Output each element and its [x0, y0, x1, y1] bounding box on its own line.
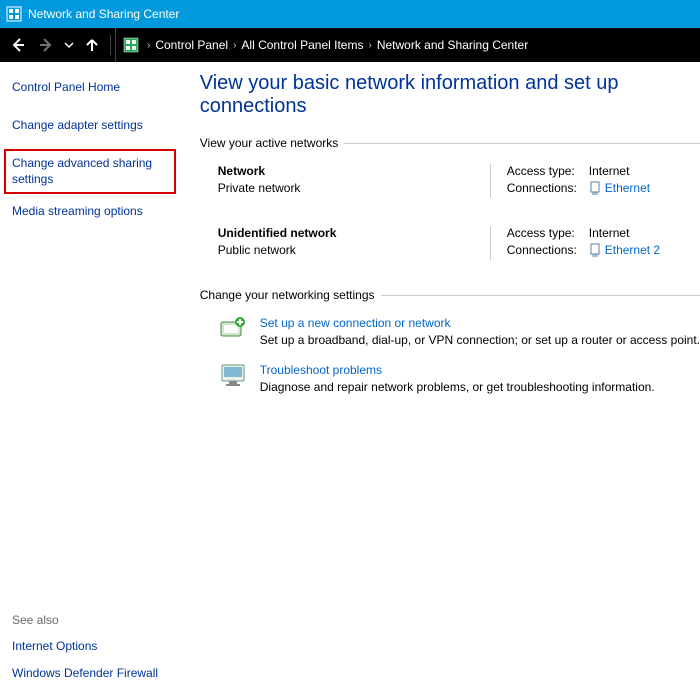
ethernet-icon — [589, 243, 601, 257]
windows-defender-firewall-link[interactable]: Windows Defender Firewall — [12, 666, 170, 682]
new-connection-icon — [218, 316, 250, 346]
up-button[interactable] — [80, 33, 104, 57]
troubleshoot-icon — [218, 363, 250, 393]
control-panel-home-link[interactable]: Control Panel Home — [12, 80, 170, 96]
main-content: View your basic network information and … — [182, 62, 700, 700]
page-heading: View your basic network information and … — [200, 72, 700, 118]
sidebar: Control Panel Home Change adapter settin… — [0, 62, 182, 700]
recent-dropdown[interactable] — [62, 33, 76, 57]
back-button[interactable] — [6, 33, 30, 57]
chevron-right-icon[interactable]: › — [147, 40, 150, 51]
control-panel-icon — [122, 36, 140, 54]
breadcrumb-item[interactable]: Network and Sharing Center — [373, 36, 532, 54]
connections-label: Connections: — [507, 181, 589, 195]
network-block: Unidentified network Public network Acce… — [200, 226, 700, 260]
setup-connection-desc: Set up a broadband, dial-up, or VPN conn… — [260, 333, 700, 347]
access-type-label: Access type: — [507, 164, 589, 178]
breadcrumb-item[interactable]: Control Panel — [151, 36, 232, 54]
see-also-label: See also — [12, 613, 170, 627]
change-settings-label-text: Change your networking settings — [200, 288, 375, 302]
connection-link[interactable]: Ethernet 2 — [605, 243, 660, 257]
chevron-right-icon[interactable]: › — [233, 40, 236, 51]
change-adapter-settings-link[interactable]: Change adapter settings — [12, 118, 170, 134]
navigation-bar: › Control Panel › All Control Panel Item… — [0, 28, 700, 62]
connection-link[interactable]: Ethernet — [605, 181, 650, 195]
network-type: Public network — [218, 243, 490, 257]
network-name: Unidentified network — [218, 226, 490, 240]
internet-options-link[interactable]: Internet Options — [12, 639, 170, 655]
window-title: Network and Sharing Center — [28, 7, 179, 21]
settings-item: Troubleshoot problems Diagnose and repai… — [200, 363, 700, 394]
connections-label: Connections: — [507, 243, 589, 257]
active-networks-label-text: View your active networks — [200, 136, 339, 150]
network-name: Network — [218, 164, 490, 178]
troubleshoot-desc: Diagnose and repair network problems, or… — [260, 380, 655, 394]
media-streaming-options-link[interactable]: Media streaming options — [12, 204, 170, 220]
forward-button[interactable] — [34, 33, 58, 57]
ethernet-icon — [589, 181, 601, 195]
troubleshoot-link[interactable]: Troubleshoot problems — [260, 363, 655, 377]
window-titlebar: Network and Sharing Center — [0, 0, 700, 28]
breadcrumb-item[interactable]: All Control Panel Items — [237, 36, 367, 54]
active-networks-label: View your active networks — [200, 136, 700, 150]
app-icon — [6, 6, 22, 22]
access-type-value: Internet — [589, 164, 630, 178]
network-type: Private network — [218, 181, 490, 195]
settings-item: Set up a new connection or network Set u… — [200, 316, 700, 347]
change-advanced-sharing-settings-link[interactable]: Change advanced sharing settings — [4, 149, 176, 194]
change-settings-label: Change your networking settings — [200, 288, 700, 302]
divider — [381, 295, 700, 296]
chevron-right-icon[interactable]: › — [368, 40, 371, 51]
access-type-label: Access type: — [507, 226, 589, 240]
network-block: Network Private network Access type: Int… — [200, 164, 700, 198]
access-type-value: Internet — [589, 226, 630, 240]
setup-connection-link[interactable]: Set up a new connection or network — [260, 316, 700, 330]
divider — [344, 143, 700, 144]
address-bar[interactable]: › Control Panel › All Control Panel Item… — [115, 28, 696, 62]
separator — [110, 35, 111, 55]
